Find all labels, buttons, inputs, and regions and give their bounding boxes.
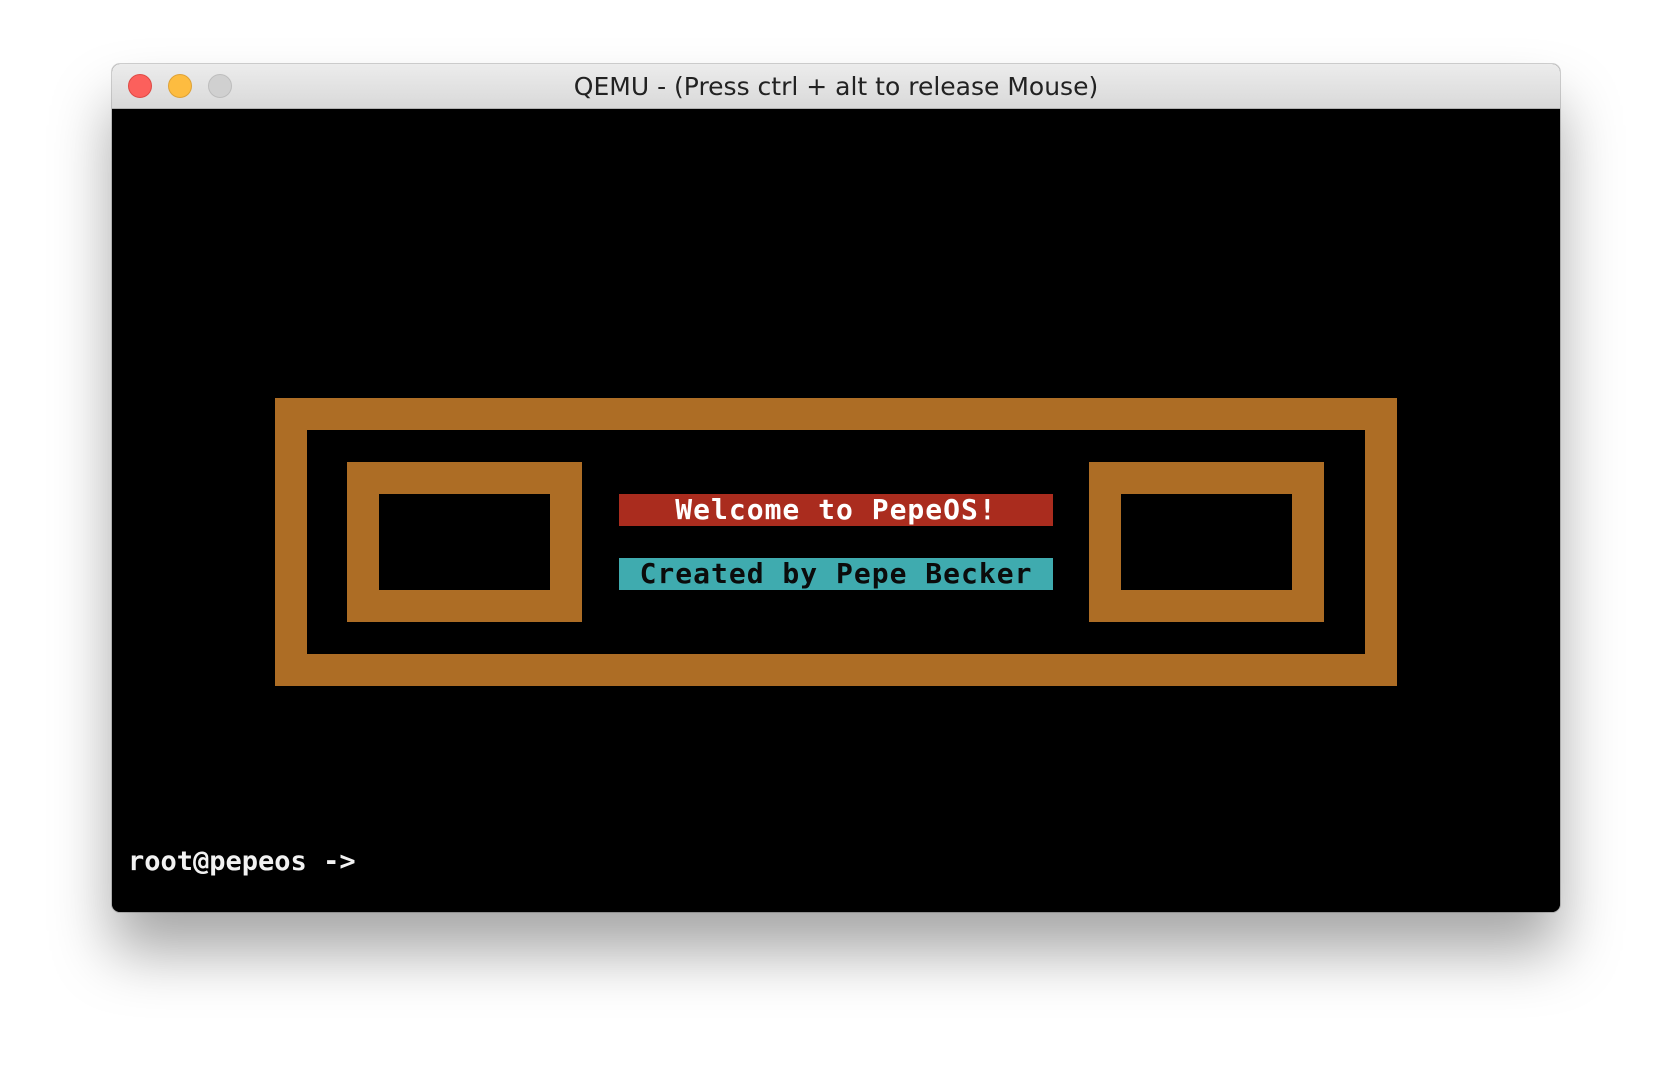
emulator-screen[interactable]: Welcome to PepeOS! Created by Pepe Becke… bbox=[112, 109, 1560, 912]
welcome-banner: Welcome to PepeOS! bbox=[619, 494, 1053, 526]
shell-prompt[interactable]: root@pepeos -> bbox=[128, 846, 356, 877]
left-decorative-box bbox=[347, 462, 582, 622]
window-title: QEMU - (Press ctrl + alt to release Mous… bbox=[573, 72, 1099, 101]
created-by-banner: Created by Pepe Becker bbox=[619, 558, 1053, 590]
right-decorative-box bbox=[1089, 462, 1324, 622]
qemu-window: QEMU - (Press ctrl + alt to release Mous… bbox=[112, 64, 1560, 912]
title-bar[interactable]: QEMU - (Press ctrl + alt to release Mous… bbox=[112, 64, 1560, 109]
